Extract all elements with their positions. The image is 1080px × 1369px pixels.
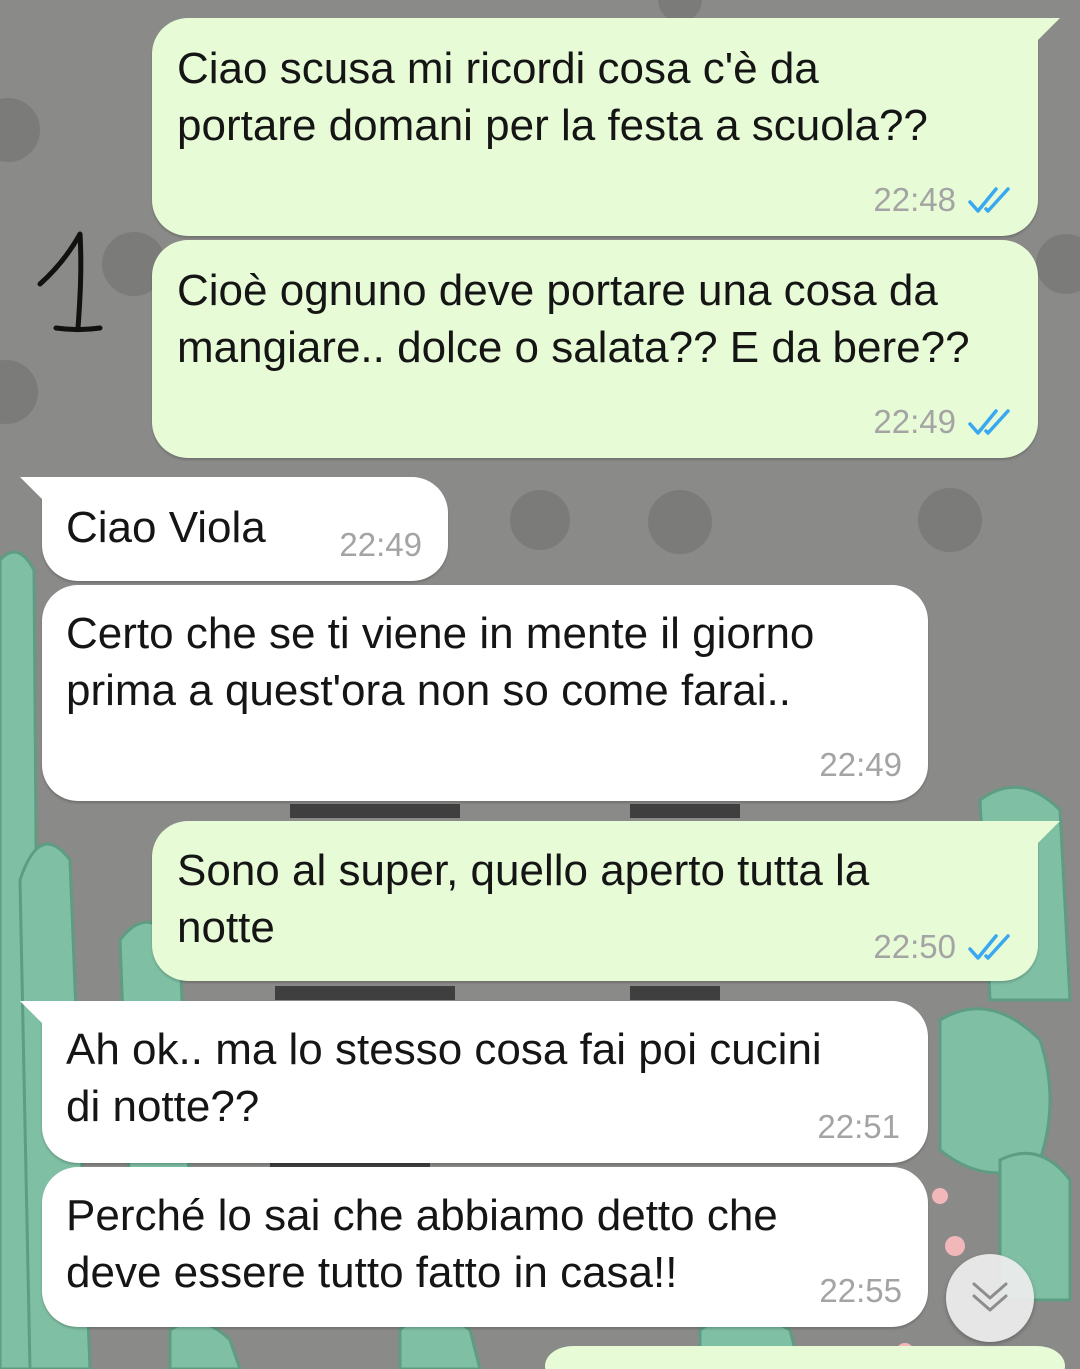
double-check-read-icon	[968, 409, 1010, 435]
message-meta: 22:51	[817, 1107, 900, 1147]
message-text: Sono al super, quello aperto tutta la no…	[177, 846, 870, 952]
outgoing-message[interactable]: Cioè ognuno deve portare una cosa da man…	[152, 240, 1038, 458]
message-time: 22:55	[819, 1272, 902, 1309]
bubble-tail	[20, 477, 46, 503]
message-time: 22:49	[873, 403, 956, 440]
double-check-read-icon	[968, 187, 1010, 213]
message-text: Certo che se ti viene in mente il giorno…	[66, 609, 815, 715]
incoming-message[interactable]: Ciao Viola 22:49	[20, 477, 448, 581]
message-meta: 22:50	[873, 927, 1014, 967]
handwritten-number-annotation	[37, 231, 103, 332]
message-meta: 22:49	[873, 402, 1014, 442]
incoming-message[interactable]: Certo che se ti viene in mente il giorno…	[42, 585, 928, 801]
chat-window: Ciao scusa mi ricordi cosa c'è da portar…	[0, 0, 1080, 1369]
incoming-message[interactable]: Ah ok.. ma lo stesso cosa fai poi cucini…	[20, 1001, 928, 1163]
message-time: 22:51	[817, 1108, 900, 1145]
double-chevron-down-icon	[972, 1282, 1008, 1312]
double-check-read-icon	[968, 934, 1010, 960]
message-time: 22:48	[873, 181, 956, 218]
message-time: 22:49	[339, 526, 422, 563]
message-meta: 22:55	[819, 1271, 902, 1311]
message-meta: 22:49	[819, 745, 902, 785]
message-time: 22:49	[819, 746, 902, 783]
message-text: Ciao scusa mi ricordi cosa c'è da portar…	[177, 44, 928, 150]
message-text: Ciao Viola	[66, 503, 266, 552]
message-meta: 22:49	[339, 525, 422, 565]
scroll-to-bottom-button[interactable]	[946, 1254, 1034, 1342]
outgoing-message[interactable]: Ciao scusa mi ricordi cosa c'è da portar…	[152, 18, 1060, 236]
message-meta: 22:48	[873, 180, 1014, 220]
bubble-tail	[1034, 18, 1060, 44]
bubble-tail	[20, 1001, 46, 1027]
bubble-tail	[1034, 821, 1060, 847]
message-text: Perché lo sai che abbiamo detto che deve…	[66, 1191, 778, 1297]
incoming-message[interactable]: Perché lo sai che abbiamo detto che deve…	[42, 1167, 928, 1327]
message-text: Ah ok.. ma lo stesso cosa fai poi cucini…	[66, 1025, 822, 1131]
outgoing-message[interactable]: Sono al super, quello aperto tutta la no…	[152, 821, 1060, 981]
message-text: Cioè ognuno deve portare una cosa da man…	[177, 266, 970, 372]
message-time: 22:50	[873, 928, 956, 965]
